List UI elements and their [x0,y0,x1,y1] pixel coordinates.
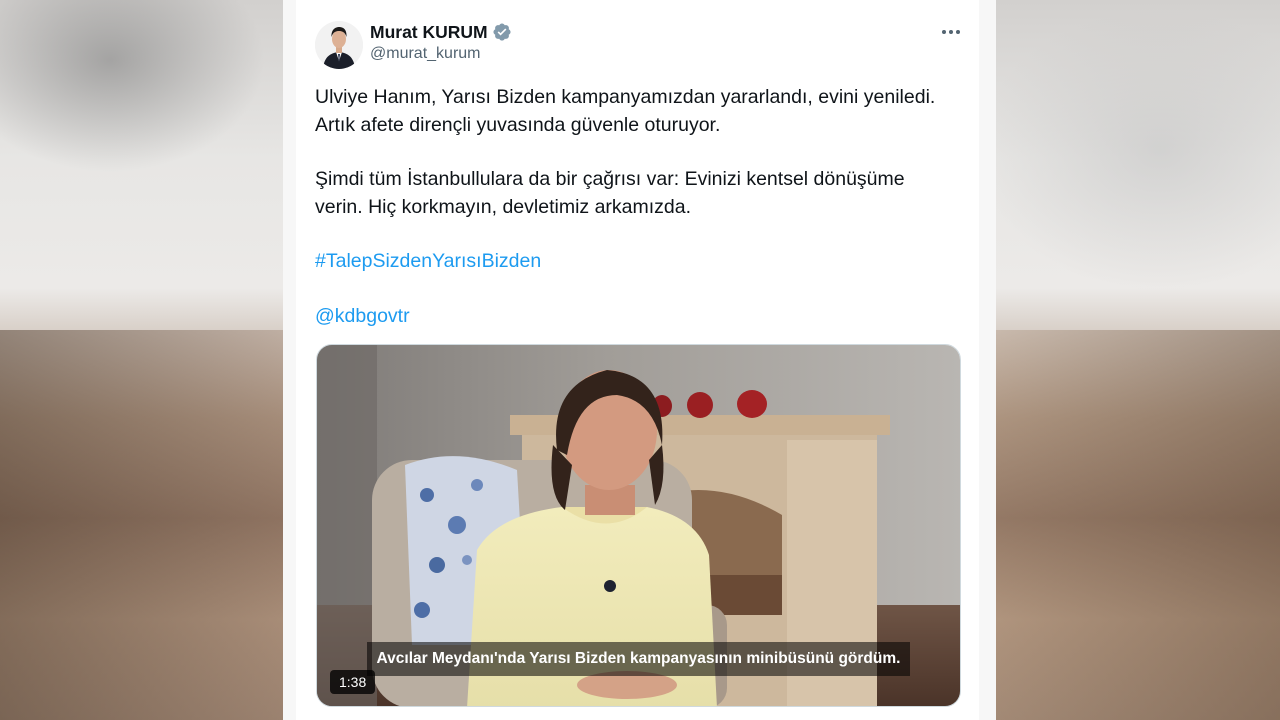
author-name-row[interactable]: Murat KURUM [370,21,512,43]
background-shade-right [980,330,1280,720]
more-options-icon[interactable] [940,24,962,40]
author-name[interactable]: Murat KURUM [370,22,488,43]
background-column-right [979,0,996,720]
tweet-card: Murat KURUM @murat_kurum Ulviye Hanım, Y… [296,0,979,720]
video-duration-badge: 1:38 [330,670,376,694]
background-shade-left [0,330,300,720]
verified-badge-icon [492,22,512,42]
video-player[interactable]: Avcılar Meydanı'nda Yarısı Bizden kampan… [316,344,961,707]
avatar[interactable] [315,21,363,69]
background-column-left [283,0,296,720]
tweet-paragraph-1: Ulviye Hanım, Yarısı Bizden kampanyamızd… [315,86,936,136]
mention-link[interactable]: @kdbgovtr [315,302,410,330]
tweet-paragraph-2: Şimdi tüm İstanbullulara da bir çağrısı … [315,168,905,218]
hashtag-link[interactable]: #TalepSizdenYarısıBizden [315,247,541,275]
video-caption: Avcılar Meydanı'nda Yarısı Bizden kampan… [367,642,910,676]
author-handle[interactable]: @murat_kurum [370,45,481,63]
